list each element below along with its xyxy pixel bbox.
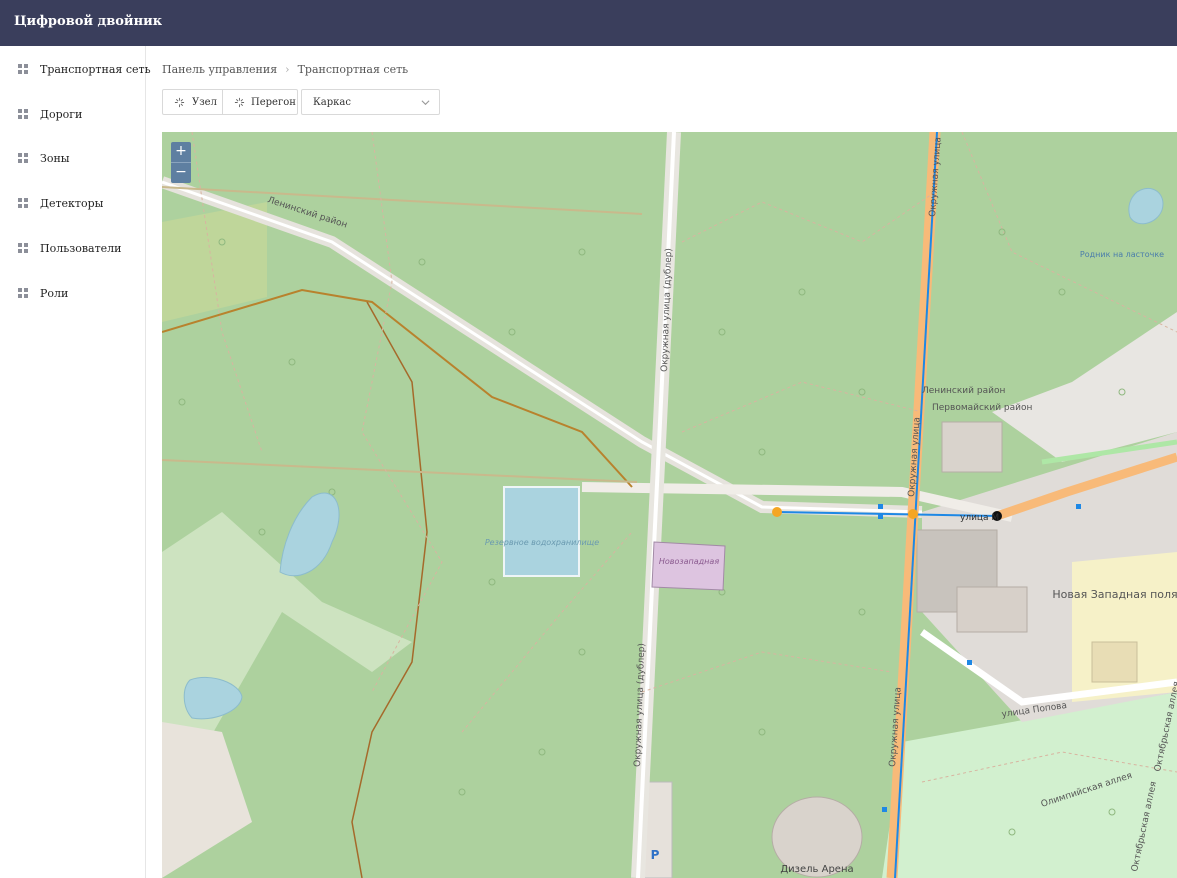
- map-label: Первомайский район: [932, 403, 1033, 413]
- sidebar-item-transport-network[interactable]: Транспортная сеть: [0, 52, 151, 88]
- node-marker: [772, 507, 782, 517]
- sidebar-item-label: Детекторы: [40, 197, 104, 210]
- breadcrumb: Панель управления › Транспортная сеть: [162, 62, 408, 76]
- detector-marker: [1076, 504, 1081, 509]
- grid-icon: [18, 198, 29, 209]
- zoom-in-button[interactable]: +: [171, 142, 191, 163]
- building: [956, 586, 1028, 633]
- add-segment-button[interactable]: Перегон: [222, 89, 298, 115]
- sidebar-item-label: Зоны: [40, 152, 70, 165]
- novozapadnaya-block: [651, 541, 726, 591]
- chevron-right-icon: ›: [285, 62, 290, 76]
- detector-marker: [878, 514, 883, 519]
- sidebar-item-label: Роли: [40, 287, 69, 300]
- map-label: Родник на ласточке: [1080, 250, 1164, 259]
- map-view[interactable]: Ленинский район Окружная улица (дублер) …: [162, 132, 1177, 878]
- detector-marker: [967, 660, 972, 665]
- breadcrumb-current: Транспортная сеть: [297, 62, 409, 76]
- parking-icon: P: [651, 848, 660, 862]
- sidebar-item-detectors[interactable]: Детекторы: [0, 186, 145, 222]
- add-node-label: Узел: [192, 97, 217, 108]
- detector-marker: [882, 807, 887, 812]
- node-marker: [908, 509, 918, 519]
- sidebar-item-zones[interactable]: Зоны: [0, 141, 145, 177]
- add-segment-label: Перегон: [251, 97, 296, 108]
- sidebar-item-roads[interactable]: Дороги: [0, 97, 145, 133]
- sidebar-item-label: Пользователи: [40, 242, 122, 255]
- layer-select[interactable]: Каркас: [301, 89, 440, 115]
- sidebar-item-roles[interactable]: Роли: [0, 276, 145, 312]
- top-bar: Цифровой двойник: [0, 0, 1177, 46]
- sidebar-item-users[interactable]: Пользователи: [0, 231, 145, 267]
- map-label: Дизель Арена: [780, 864, 853, 875]
- map-label: Ленинский район: [922, 386, 1005, 396]
- map-label: Резервное водохранилище: [485, 538, 599, 547]
- map-label: улица М: [960, 513, 999, 523]
- reservoir: [503, 486, 580, 577]
- app-title: Цифровой двойник: [14, 14, 163, 29]
- grid-icon: [18, 64, 29, 75]
- add-node-button[interactable]: Узел: [162, 89, 223, 115]
- breadcrumb-root[interactable]: Панель управления: [162, 63, 277, 76]
- sidebar: Транспортная сеть Дороги Зоны Детекторы …: [0, 46, 151, 878]
- sidebar-item-label: Транспортная сеть: [40, 63, 151, 76]
- sidebar-item-label: Дороги: [40, 108, 83, 121]
- chevron-down-icon: [421, 100, 430, 106]
- map-label: Новая Западная поляна: [1052, 588, 1177, 601]
- grid-icon: [18, 288, 29, 299]
- map-label: Новозападная: [659, 557, 719, 566]
- grid-icon: [18, 243, 29, 254]
- grid-icon: [18, 153, 29, 164]
- sparkle-icon: [174, 97, 185, 108]
- grid-icon: [18, 109, 29, 120]
- zoom-out-button[interactable]: −: [171, 163, 191, 183]
- zoom-control: + −: [171, 142, 191, 183]
- building: [941, 421, 1003, 473]
- sparkle-icon: [234, 97, 245, 108]
- building: [1091, 641, 1138, 683]
- detector-marker: [878, 504, 883, 509]
- map-canvas[interactable]: Ленинский район Окружная улица (дублер) …: [162, 132, 1177, 878]
- layer-select-value: Каркас: [313, 97, 351, 108]
